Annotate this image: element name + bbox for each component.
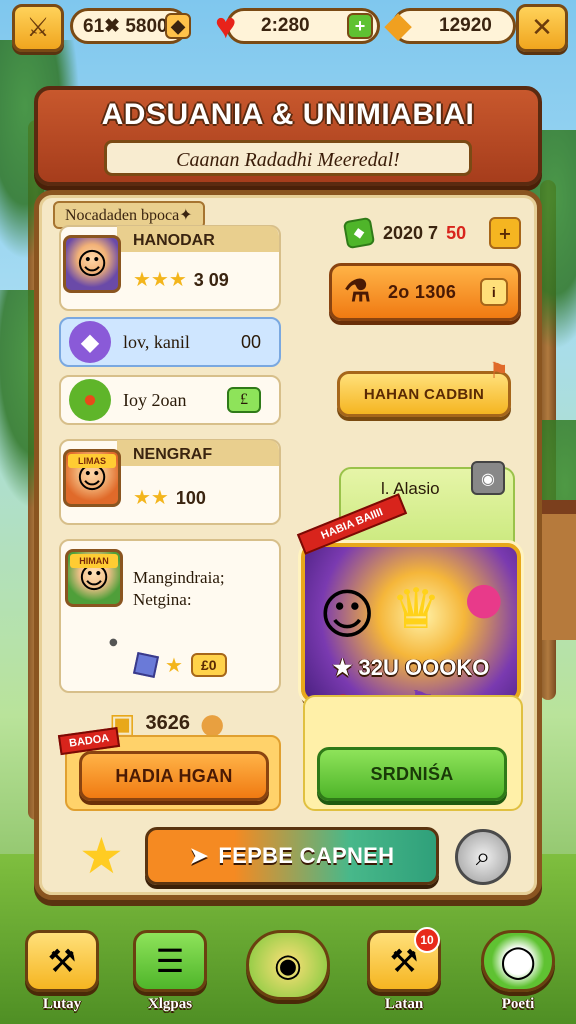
search-icon[interactable]: ⌕ (455, 829, 511, 885)
flag-icon: ⚑ (489, 359, 509, 384)
nav-label: Lutay (42, 996, 82, 1012)
star-wand-icon: ★ (79, 827, 124, 885)
character-description: Mangindraia; Netgina: (133, 568, 225, 609)
resource-value: 2020 7 (383, 222, 439, 243)
avatar-tag: HIMAN (70, 554, 118, 568)
panel-header-label: Nocadaden bpoca✦ (65, 207, 193, 224)
hahan-cadbin-button[interactable]: HAHAN CADBIN (337, 371, 511, 417)
heart-add-button[interactable]: + (347, 13, 373, 39)
hammer-icon: ⚒ 10 (367, 927, 441, 992)
star-icon: ★★ (133, 485, 169, 509)
resource-add-button[interactable]: + (489, 217, 521, 249)
card-icons-row: ★ £0 (132, 651, 227, 679)
camera-icon[interactable]: ◉ (471, 461, 505, 495)
gem-counter: ◆ 12920 (385, 6, 516, 44)
gold-pot-icon: ♛ (391, 577, 442, 642)
nav-label: Xlgpas (147, 996, 193, 1012)
search-icon: ◯ (481, 930, 555, 992)
main-action-label: FEPBE CAPNEH (218, 843, 395, 868)
card-value-chip: £0 (190, 653, 227, 677)
potion-icon: ⚗ (344, 275, 372, 308)
coin-add-icon[interactable]: ◆ (165, 13, 191, 39)
nav-label: Latan (384, 996, 424, 1012)
gem-chest-icon: ◆ (385, 6, 412, 44)
list-icon: ☰ (133, 930, 207, 992)
character-score: 100 (175, 488, 206, 508)
banner-title: ADSUANIA & UNIMIABIAI (101, 98, 475, 131)
srdnisa-button[interactable]: SRDNIŚA (317, 747, 507, 801)
star-icon: ★ (165, 653, 183, 677)
cost-value: 3626 (145, 712, 190, 734)
star-rating: ★★ 100 (133, 485, 206, 509)
avatar: LIMAS ☺ (63, 449, 121, 507)
list-item-label: Ioy 2oan (123, 389, 187, 410)
character-card[interactable]: LIMAS ☺ NENGRAF ★★ 100 (59, 439, 281, 525)
info-icon[interactable]: i (480, 278, 508, 306)
sword-icon[interactable]: ⚔ (12, 4, 64, 52)
list-item[interactable]: ● Ioy 2oan £ (59, 375, 281, 425)
price-label: 2o 1306 (388, 281, 457, 302)
nav-item-home[interactable]: ◉ (246, 930, 330, 1016)
nav-item-poeti[interactable]: ◯ Poeti (476, 930, 560, 1016)
girl-avatar: ☺ (319, 583, 376, 646)
home-icon: ◉ (246, 930, 330, 1000)
reward-value: ★ 32U OOOKO (332, 655, 490, 680)
close-icon[interactable]: ✕ (516, 4, 568, 52)
reward-card[interactable]: ☺ ♛ ● ★ 32U OOOKO (301, 543, 521, 703)
avatar: ☺ (63, 235, 121, 293)
top-bar: ⚔ 61✖ 5800 ◆ ♥ 2:280 + ◆ 12920 ✕ (0, 0, 576, 56)
price-button[interactable]: ⚗ 2o 1306 i (329, 263, 521, 321)
coin-value: 61✖ 5800 (83, 15, 168, 37)
character-card[interactable]: ☺ HANODAR ★★★ 3 09 (59, 225, 281, 311)
nav-item-lutay[interactable]: ⚒ Lutay (20, 930, 104, 1016)
dot-icon: ● (109, 637, 118, 648)
axe-icon: ⚒ (25, 930, 99, 992)
list-item-badge: £ (227, 387, 261, 413)
list-item[interactable]: ◆ lov, kanil 00 (59, 317, 281, 367)
apple-icon: ● (69, 379, 111, 421)
avatar: HIMAN ☺ (65, 549, 123, 607)
list-item-label: lov, kanil (123, 331, 190, 352)
resource-red-value: 50 (446, 222, 467, 243)
fruit-icon: ● (464, 573, 503, 624)
avatar-tag: LIMAS (68, 454, 116, 468)
character-name: NENGRAF (133, 446, 213, 463)
arrow-icon: ➤ (189, 843, 209, 868)
list-item-value: 00 (240, 331, 261, 352)
nav-item-xlgpas[interactable]: ☰ Xlgpas (128, 930, 212, 1016)
hadia-hgan-button[interactable]: HADIA HGAN (79, 751, 269, 801)
character-score: 3 09 (193, 270, 229, 290)
nav-item-latan[interactable]: ⚒ 10 Latan (362, 927, 446, 1016)
cube-icon: ◆ (342, 216, 376, 250)
heart-counter: ♥ 2:280 + (215, 5, 380, 46)
notification-badge: 10 (414, 927, 440, 953)
resource-row: ◆ 2020 7 50 + (342, 215, 525, 251)
flag-icon (132, 651, 160, 679)
character-name: HANODAR (133, 232, 215, 249)
star-rating: ★★★ 3 09 (133, 267, 229, 291)
banner-subtitle: Caanan Radadhi Meeredal! (176, 149, 400, 171)
star-icon: ★★★ (133, 267, 187, 291)
character-card[interactable]: HIMAN ☺ Mangindraia; Netgina: ● ★ £0 (59, 539, 281, 693)
heart-icon: ♥ (215, 5, 237, 46)
title-banner: ADSUANIA & UNIMIABIAI Caanan Radadhi Mee… (34, 86, 542, 186)
crystal-icon: ◆ (69, 321, 111, 363)
main-action-button[interactable]: ➤ FEPBE CAPNEH (145, 827, 439, 885)
nav-label: Poeti (501, 996, 535, 1012)
heart-value: 2:280 (261, 15, 310, 36)
main-panel: Nocadaden bpoca✦ ◆ 2020 7 50 + ☺ HANODAR… (34, 190, 542, 900)
coin-counter: 61✖ 5800 ◆ (70, 8, 191, 44)
